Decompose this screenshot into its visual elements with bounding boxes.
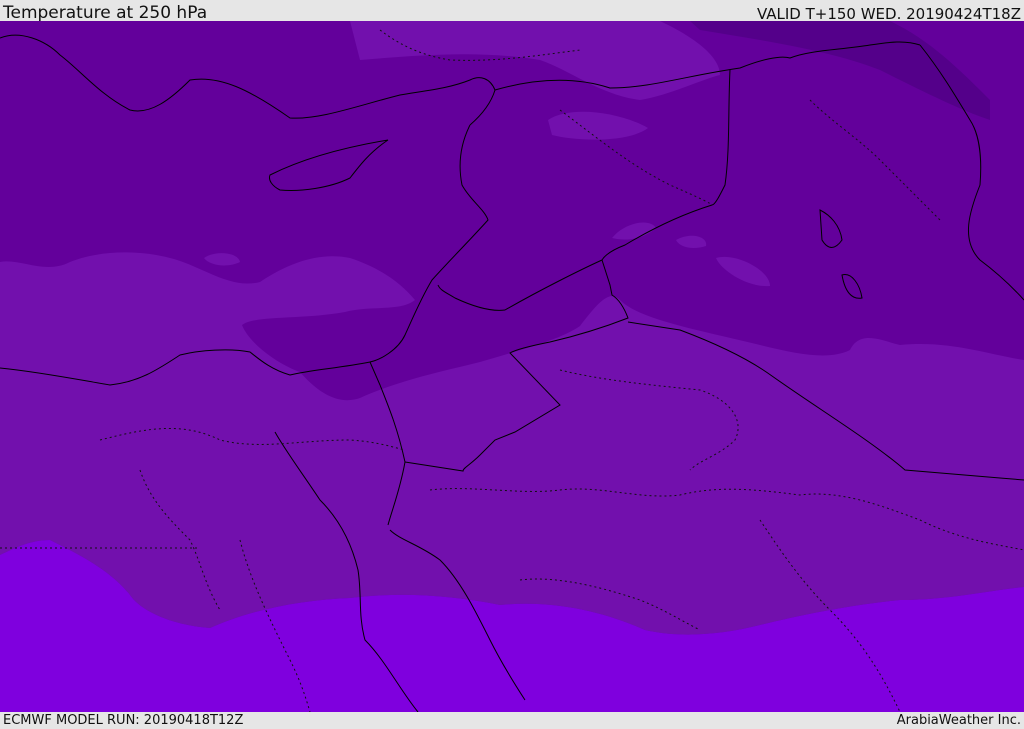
- header-bar: Temperature at 250 hPa VALID T+150 WED. …: [0, 0, 1024, 23]
- footer-bar: ECMWF MODEL RUN: 20190418T12Z ArabiaWeat…: [0, 712, 1024, 729]
- model-run-label: ECMWF MODEL RUN: 20190418T12Z: [3, 713, 244, 728]
- temperature-map: [0, 21, 1024, 712]
- map-svg: [0, 21, 1024, 712]
- map-title: Temperature at 250 hPa: [3, 3, 208, 23]
- credit-label: ArabiaWeather Inc.: [896, 713, 1021, 728]
- map-viewer: Temperature at 250 hPa VALID T+150 WED. …: [0, 0, 1024, 729]
